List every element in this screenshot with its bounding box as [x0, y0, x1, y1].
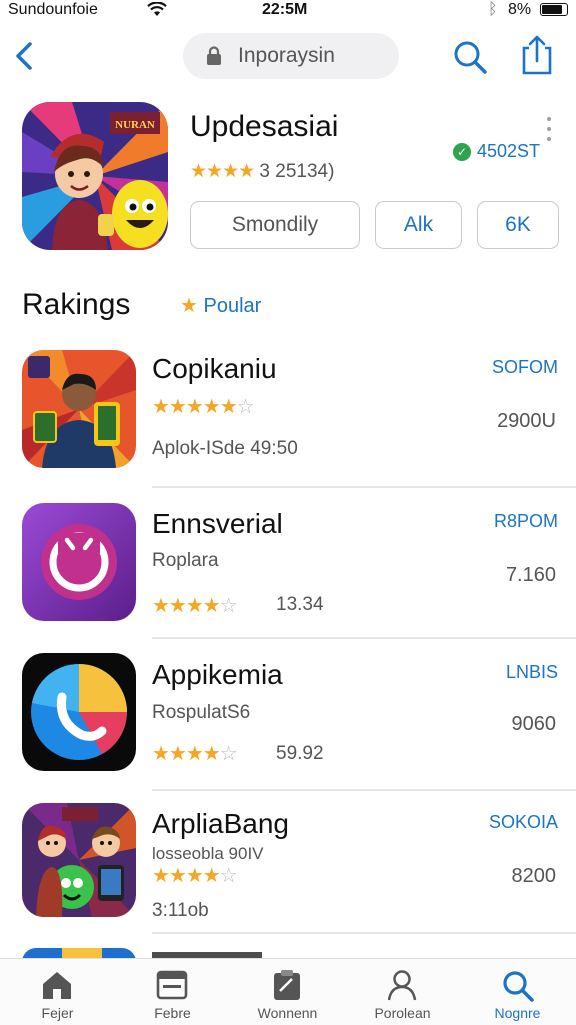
app-rating-filled: ★★★★★ [152, 396, 238, 418]
app-rating-filled: ★★★★ [152, 595, 221, 617]
tab-profile[interactable]: Porolean [345, 959, 460, 1025]
wifi-icon [147, 1, 167, 22]
lock-icon [205, 46, 223, 71]
battery-percent: 8% [508, 1, 532, 18]
battery-fill [542, 5, 563, 14]
home-icon [43, 972, 71, 999]
person-icon [387, 970, 417, 1001]
app-tag: LNBIS [505, 662, 558, 682]
app-subtitle: Roplara [152, 550, 219, 571]
app-meta: Aplok-ISde 49:50 [152, 438, 298, 459]
list-item[interactable]: Appikemia RospulatS6 ★★★★☆ 59.92 LNBIS 9… [0, 653, 576, 803]
tab-browse[interactable]: Febre [115, 959, 230, 1025]
app-rating-empty: ☆ [219, 743, 238, 765]
app-rating-stars: ★★★★★☆ [152, 394, 255, 419]
app-rating-stars: ★★★★☆ [152, 741, 238, 766]
app-price: 2900U [497, 410, 556, 432]
battery-icon [540, 3, 568, 16]
app-price: 7.160 [505, 564, 556, 586]
divider [152, 637, 576, 639]
back-icon[interactable] [8, 36, 42, 76]
star-icon: ★ [180, 295, 198, 317]
app-rating-stars: ★★★★☆ [152, 863, 238, 888]
app-meta: 3:11ob [152, 900, 209, 921]
app-name: ArpliaBang [152, 808, 289, 839]
featured-badge-text: 4502ST [477, 141, 541, 161]
app-price: 8200 [511, 865, 557, 887]
featured-action-button-1[interactable]: Smondily [190, 201, 360, 249]
featured-rating-text: 3 25134) [259, 161, 335, 182]
carrier-label: Sundounfoie [8, 1, 98, 18]
divider [152, 486, 576, 488]
tab-home[interactable]: Fejer [0, 959, 115, 1025]
clock: 22:5M [262, 1, 308, 18]
app-name: Appikemia [152, 659, 283, 690]
tab-label: Febre [154, 1005, 191, 1021]
tab-label: Porolean [374, 1005, 431, 1021]
divider [152, 789, 576, 791]
app-price: 9060 [511, 713, 557, 735]
app-icon [22, 653, 136, 771]
list-item[interactable]: Ennsverial Roplara ★★★★☆ 13.34 R8POM 7.1… [0, 503, 576, 653]
section-title: Rakings [22, 288, 131, 321]
featured-action-button-3[interactable]: 6K [477, 201, 559, 249]
app-name: Ennsverial [152, 508, 283, 539]
app-rating-filled: ★★★★ [152, 743, 221, 765]
app-subtitle: RospulatS6 [152, 702, 251, 723]
app-icon [22, 803, 136, 917]
list-item[interactable]: Copikaniu ★★★★★☆ Aplok-ISde 49:50 SOFOM … [0, 350, 576, 500]
search-field[interactable]: Inporaysin [183, 33, 399, 79]
status-bar: Sundounfoie 22:5M ᛒ 8% [0, 0, 576, 22]
divider [152, 932, 576, 934]
app-meta: 13.34 [276, 594, 324, 615]
app-rating-empty: ☆ [219, 865, 238, 887]
featured-icon-banner: NURAN [115, 119, 155, 131]
app-tag: SOFOM [492, 357, 558, 377]
featured-app-icon[interactable]: NURAN [22, 102, 168, 250]
featured-app-rating: ★★★★ 3 25134) [190, 160, 334, 183]
tab-label: Wonnenn [257, 1005, 318, 1021]
tab-label: Nognre [494, 1005, 541, 1021]
app-icon [22, 350, 136, 468]
featured-rating-stars: ★★★★ [190, 161, 255, 182]
search-icon[interactable] [451, 38, 489, 81]
app-rating-filled: ★★★★ [152, 865, 221, 887]
share-icon[interactable] [520, 34, 554, 81]
tab-clipboard[interactable]: Wonnenn [230, 959, 345, 1025]
app-icon [22, 503, 136, 621]
search-icon [503, 971, 534, 1002]
app-rating-empty: ☆ [236, 396, 255, 418]
clipboard-icon [274, 970, 300, 1000]
app-rating-stars: ★★★★☆ [152, 593, 238, 618]
nav-bar: Inporaysin [0, 30, 576, 86]
tab-bar: Fejer Febre Wonnenn Porolean Nognre [0, 958, 576, 1025]
browser-icon [156, 970, 188, 1000]
search-field-text: Inporaysin [238, 44, 335, 67]
featured-app-badge: ✓ 4502ST [453, 141, 540, 162]
popular-filter[interactable]: ★ Poular [180, 293, 261, 318]
app-name: Copikaniu [152, 353, 277, 384]
featured-action-button-2[interactable]: Alk [375, 201, 462, 249]
more-options-icon[interactable] [545, 117, 553, 153]
app-rating-empty: ☆ [219, 595, 238, 617]
app-tag: R8POM [493, 511, 558, 531]
app-meta: 59.92 [276, 743, 324, 764]
popular-filter-label: Poular [203, 295, 262, 317]
tab-search[interactable]: Nognre [460, 959, 575, 1025]
app-subtitle: losseobla 90IV [152, 844, 264, 863]
check-icon: ✓ [453, 143, 471, 161]
app-tag: SOKOIA [488, 812, 558, 832]
app-name-partial [152, 946, 272, 958]
bluetooth-icon: ᛒ [488, 1, 498, 18]
list-item[interactable]: ArpliaBang losseobla 90IV ★★★★☆ 3:11ob S… [0, 803, 576, 953]
featured-app-title: Updesasiai [190, 110, 339, 143]
tab-label: Fejer [41, 1005, 74, 1021]
